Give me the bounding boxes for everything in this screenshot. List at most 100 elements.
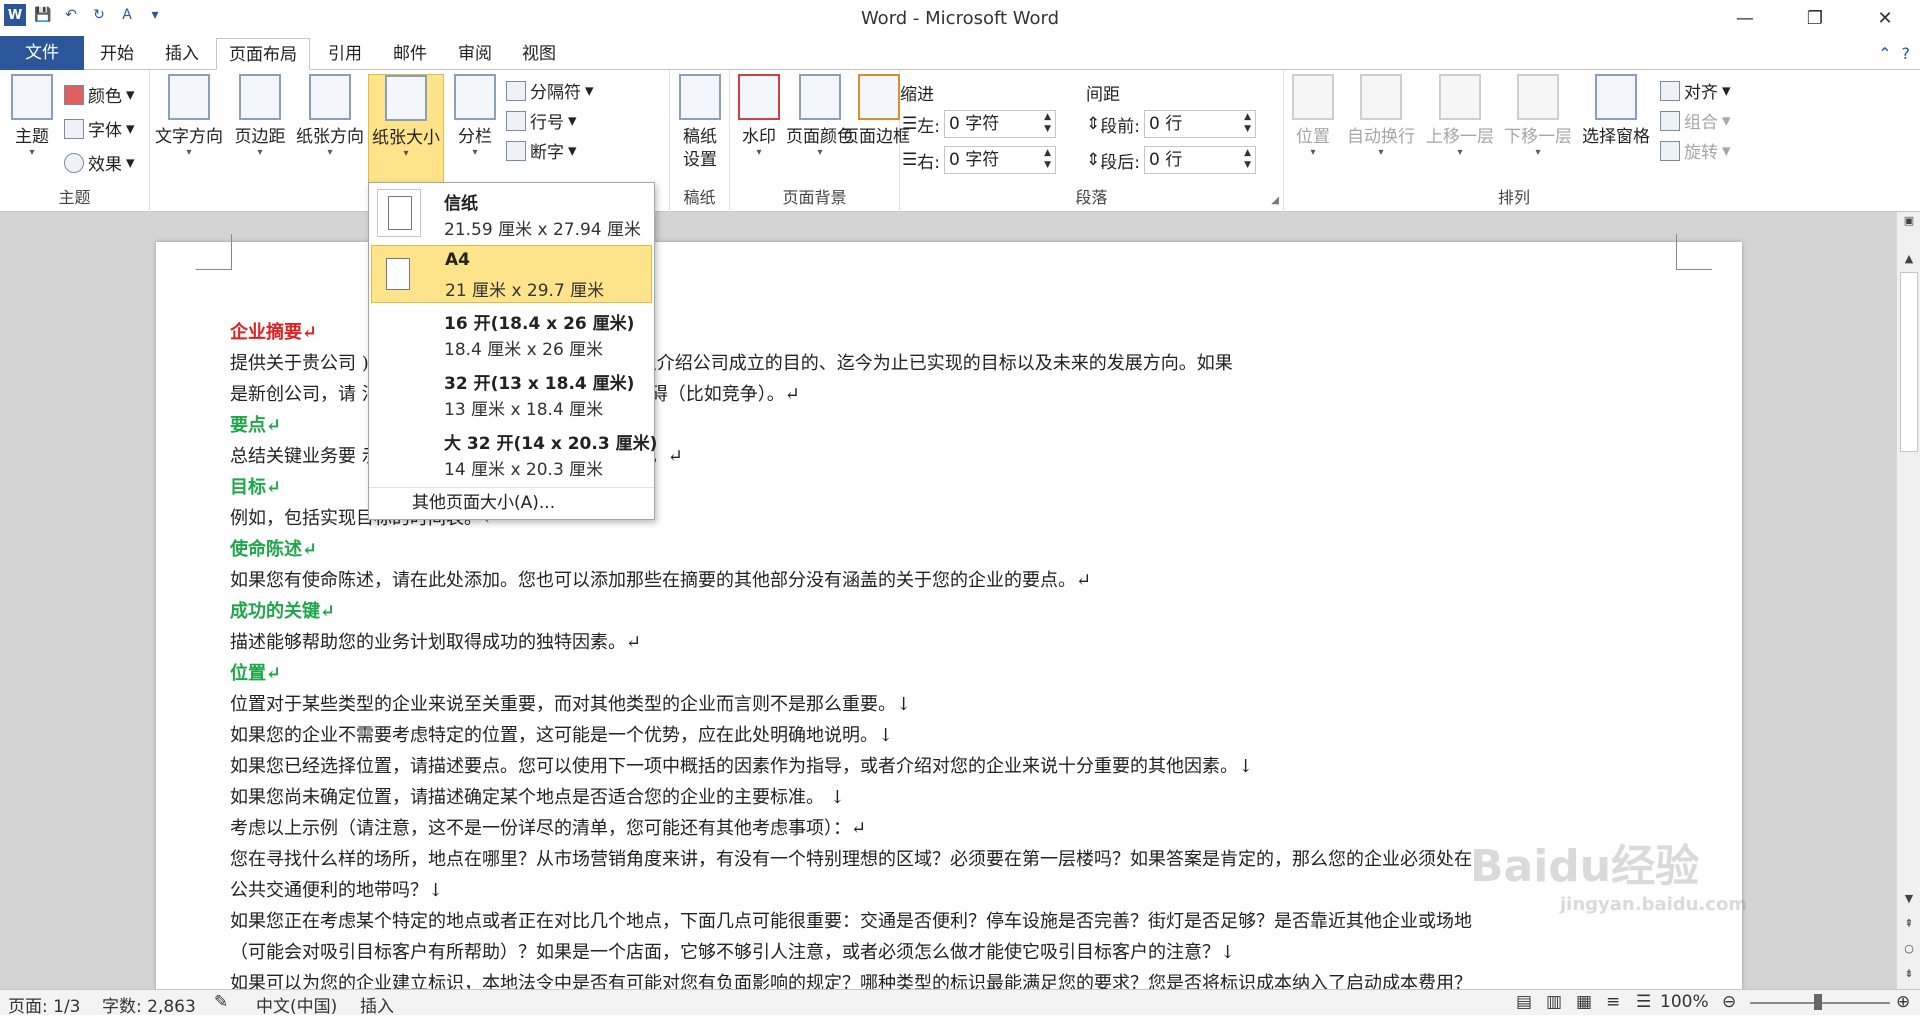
scroll-thumb[interactable] bbox=[1900, 272, 1918, 452]
previous-page-icon[interactable]: ⇞ bbox=[1897, 917, 1920, 930]
selection-pane-button[interactable]: 选择窗格 bbox=[1580, 74, 1652, 147]
line-numbers-button[interactable]: 行号 ▾ bbox=[506, 108, 577, 133]
position-icon bbox=[1292, 74, 1334, 120]
orientation-button[interactable]: 纸张方向 ▾ bbox=[294, 74, 366, 158]
tab-review[interactable]: 审阅 bbox=[446, 38, 504, 70]
align-button[interactable]: 对齐 ▾ bbox=[1660, 78, 1731, 103]
paper-option-a4[interactable]: A4 21 厘米 x 29.7 厘米 bbox=[371, 245, 652, 303]
margin-corner-mark bbox=[196, 234, 232, 270]
draft-paper-icon bbox=[679, 74, 721, 120]
page-count[interactable]: 页面: 1/3 bbox=[8, 992, 81, 1017]
help-icon[interactable]: ? bbox=[1902, 44, 1911, 63]
proofing-icon[interactable]: ✎ bbox=[214, 992, 228, 1012]
spacing-before: ⇕ 段前: 0 行 ▲ ▼ bbox=[1086, 110, 1256, 138]
collapse-ribbon-icon[interactable]: ⌃ bbox=[1878, 44, 1891, 63]
draft-paper-button[interactable]: 稿纸 设置 bbox=[676, 74, 724, 170]
effects-button[interactable]: 效果 ▾ bbox=[64, 150, 135, 175]
chevron-down-icon: ▾ bbox=[126, 152, 135, 173]
tab-references[interactable]: 引用 bbox=[316, 38, 374, 70]
bring-forward-icon bbox=[1439, 74, 1481, 120]
section-heading: 位置↵ bbox=[230, 663, 282, 684]
breaks-button[interactable]: 分隔符 ▾ bbox=[506, 78, 594, 103]
paragraph-line: 如果您正在考虑某个特定的地点或者正在对比几个地点，下面几点可能很重要：交通是否便… bbox=[230, 911, 1472, 932]
scroll-up-icon[interactable]: ▲ bbox=[1897, 252, 1920, 265]
paper-option-32k[interactable]: 32 开(13 x 18.4 厘米) 13 厘米 x 18.4 厘米 bbox=[371, 365, 652, 423]
indent-left-icon: ☰ bbox=[902, 114, 918, 134]
ruler-toggle-icon[interactable]: ▣ bbox=[1897, 214, 1920, 227]
rotate-button[interactable]: 旋转 ▾ bbox=[1660, 138, 1731, 163]
print-layout-icon[interactable]: ▤ bbox=[1516, 992, 1532, 1012]
browse-object-icon[interactable]: ○ bbox=[1897, 942, 1920, 955]
more-paper-sizes-item[interactable]: 其他页面大小(A)... bbox=[369, 487, 654, 519]
chevron-down-icon: ▾ bbox=[1310, 147, 1316, 158]
watermark-button[interactable]: 水印 ▾ bbox=[734, 74, 784, 158]
paper-size-icon bbox=[385, 75, 427, 121]
chevron-down-icon: ▾ bbox=[126, 118, 135, 139]
align-icon bbox=[1660, 80, 1680, 101]
paragraph-line: （可能会对吸引目标客户有所帮助）？如果是一个店面，它够不够引人注意，或者必须怎么… bbox=[230, 942, 1236, 963]
wrap-text-button[interactable]: 自动换行 ▾ bbox=[1344, 74, 1418, 158]
paper-size-button[interactable]: 纸张大小 ▾ bbox=[368, 74, 444, 186]
zoom-slider-thumb[interactable] bbox=[1814, 994, 1822, 1010]
effects-icon bbox=[64, 152, 84, 173]
spin-arrows-icon[interactable]: ▲ ▼ bbox=[1044, 111, 1051, 135]
section-heading: 使命陈述↵ bbox=[230, 539, 318, 560]
chevron-down-icon: ▾ bbox=[327, 147, 333, 158]
bring-forward-button[interactable]: 上移一层 ▾ bbox=[1424, 74, 1496, 158]
hyphenation-button[interactable]: 断字 ▾ bbox=[506, 138, 577, 163]
tab-file[interactable]: 文件 bbox=[0, 36, 84, 70]
group-button[interactable]: 组合 ▾ bbox=[1660, 108, 1731, 133]
outline-icon[interactable]: ≡ bbox=[1606, 992, 1620, 1012]
columns-icon bbox=[454, 74, 496, 120]
minimize-button[interactable]: — bbox=[1710, 0, 1780, 36]
tab-home[interactable]: 开始 bbox=[88, 38, 146, 70]
close-button[interactable]: ✕ bbox=[1850, 0, 1920, 36]
language-indicator[interactable]: 中文(中国) bbox=[256, 992, 337, 1017]
vertical-scrollbar[interactable]: ▣ ▲ ▼ ⇞ ○ ⇟ bbox=[1896, 212, 1920, 989]
page-borders-button[interactable]: 页面边框 bbox=[842, 74, 910, 147]
web-layout-icon[interactable]: ▦ bbox=[1576, 992, 1592, 1012]
word-count[interactable]: 字数: 2,863 bbox=[102, 992, 196, 1017]
position-button[interactable]: 位置 ▾ bbox=[1288, 74, 1338, 158]
next-page-icon[interactable]: ⇟ bbox=[1897, 967, 1920, 980]
fonts-icon bbox=[64, 118, 84, 139]
zoom-in-icon[interactable]: ⊕ bbox=[1896, 992, 1910, 1012]
paragraph-line: 您在寻找什么样的场所，地点在哪里？从市场营销角度来讲，有没有一个特别理想的区域？… bbox=[230, 849, 1472, 870]
text-direction-button[interactable]: 文字方向 ▾ bbox=[154, 74, 224, 158]
chevron-down-icon: ▾ bbox=[1535, 147, 1541, 158]
spin-arrows-icon[interactable]: ▲ ▼ bbox=[1244, 147, 1251, 171]
chevron-down-icon: ▾ bbox=[585, 80, 594, 101]
tab-view[interactable]: 视图 bbox=[510, 38, 568, 70]
theme-button[interactable]: 主题 ▾ bbox=[6, 74, 58, 158]
wrap-text-icon bbox=[1360, 74, 1402, 120]
indent-right-input[interactable]: 0 字符 ▲ ▼ bbox=[943, 146, 1056, 174]
margins-button[interactable]: 页边距 ▾ bbox=[230, 74, 290, 158]
spacing-before-input[interactable]: 0 行 ▲ ▼ bbox=[1143, 110, 1256, 138]
insert-mode[interactable]: 插入 bbox=[360, 992, 394, 1017]
send-backward-button[interactable]: 下移一层 ▾ bbox=[1502, 74, 1574, 158]
spin-arrows-icon[interactable]: ▲ ▼ bbox=[1044, 147, 1051, 171]
full-screen-icon[interactable]: ▥ bbox=[1546, 992, 1562, 1012]
rotate-icon bbox=[1660, 140, 1680, 161]
paper-option-big-32k[interactable]: 大 32 开(14 x 20.3 厘米) 14 厘米 x 20.3 厘米 bbox=[371, 425, 657, 483]
paper-option-16k[interactable]: 16 开(18.4 x 26 厘米) 18.4 厘米 x 26 厘米 bbox=[371, 305, 652, 363]
zoom-out-icon[interactable]: ⊖ bbox=[1722, 992, 1736, 1012]
spacing-after-input[interactable]: 0 行 ▲ ▼ bbox=[1143, 146, 1256, 174]
zoom-level[interactable]: 100% bbox=[1660, 992, 1709, 1012]
tab-page-layout[interactable]: 页面布局 bbox=[216, 38, 310, 70]
scroll-down-icon[interactable]: ▼ bbox=[1897, 892, 1920, 905]
group-label: 主题 bbox=[58, 188, 91, 207]
tab-mailings[interactable]: 邮件 bbox=[381, 38, 439, 70]
dialog-launcher-icon[interactable]: ◢ bbox=[1271, 195, 1279, 206]
paper-option-letter[interactable]: 信纸 21.59 厘米 x 27.94 厘米 bbox=[371, 185, 652, 243]
columns-button[interactable]: 分栏 ▾ bbox=[450, 74, 500, 158]
tab-insert[interactable]: 插入 bbox=[153, 38, 211, 70]
indent-right: ☰ 右: 0 字符 ▲ ▼ bbox=[902, 146, 1056, 174]
colors-button[interactable]: 颜色 ▾ bbox=[64, 82, 135, 107]
indent-left-input[interactable]: 0 字符 ▲ ▼ bbox=[943, 110, 1056, 138]
restore-button[interactable]: ❐ bbox=[1780, 0, 1850, 36]
draft-icon[interactable]: ☰ bbox=[1636, 992, 1651, 1012]
fonts-button[interactable]: 字体 ▾ bbox=[64, 116, 135, 141]
spin-arrows-icon[interactable]: ▲ ▼ bbox=[1244, 111, 1251, 135]
line-numbers-icon bbox=[506, 110, 526, 131]
